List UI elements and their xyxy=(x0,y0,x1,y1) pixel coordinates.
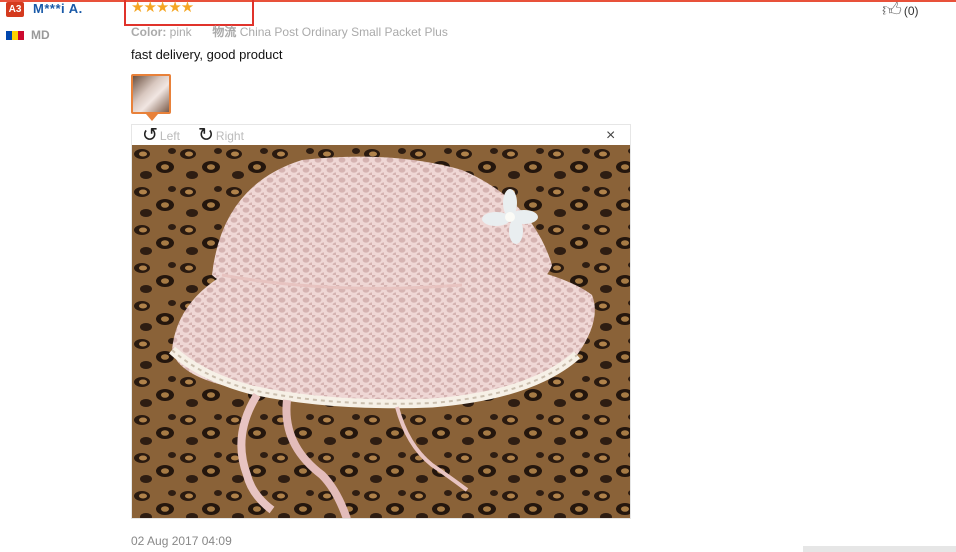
rotate-right-label: Right xyxy=(215,128,244,143)
reviewer-name: M***i A. xyxy=(33,1,83,16)
attr-color-value: pink xyxy=(169,25,192,39)
bottom-scroll-bar[interactable] xyxy=(803,546,956,552)
review-photo-image xyxy=(132,145,630,518)
close-icon[interactable]: × xyxy=(606,127,615,145)
rotate-left-label: Left xyxy=(159,128,180,143)
thumbs-up-icon: 👍︎ xyxy=(882,0,902,21)
helpful-button[interactable]: 👍︎ (0) xyxy=(882,1,919,20)
order-attributes: Color: pink 物流 China Post Ordinary Small… xyxy=(131,23,448,40)
buyer-level-badge: A3 xyxy=(6,2,24,17)
attr-shipping-label: 物流 xyxy=(212,25,237,39)
thumbnail-pointer xyxy=(146,114,158,121)
reviewer-country: MD xyxy=(31,28,50,42)
rotate-left-icon: ↺ xyxy=(142,125,158,146)
review-photo-thumbnail[interactable] xyxy=(131,74,171,114)
review-photo-large xyxy=(131,145,631,519)
review-date: 02 Aug 2017 04:09 xyxy=(131,534,232,548)
helpful-count: (0) xyxy=(903,3,919,18)
photo-viewer-toolbar: ↺ Left ↻ Right × xyxy=(131,124,631,146)
rotate-right-button[interactable]: ↻ Right xyxy=(198,126,244,145)
rotate-right-icon: ↻ xyxy=(198,125,214,146)
attr-color-label: Color: xyxy=(131,25,167,39)
rotate-left-button[interactable]: ↺ Left xyxy=(142,126,180,145)
star-rating: ★★★★★ xyxy=(131,0,194,16)
review-text: fast delivery, good product xyxy=(131,47,283,62)
country-flag-icon xyxy=(6,31,24,40)
attr-shipping-value: China Post Ordinary Small Packet Plus xyxy=(239,25,448,39)
